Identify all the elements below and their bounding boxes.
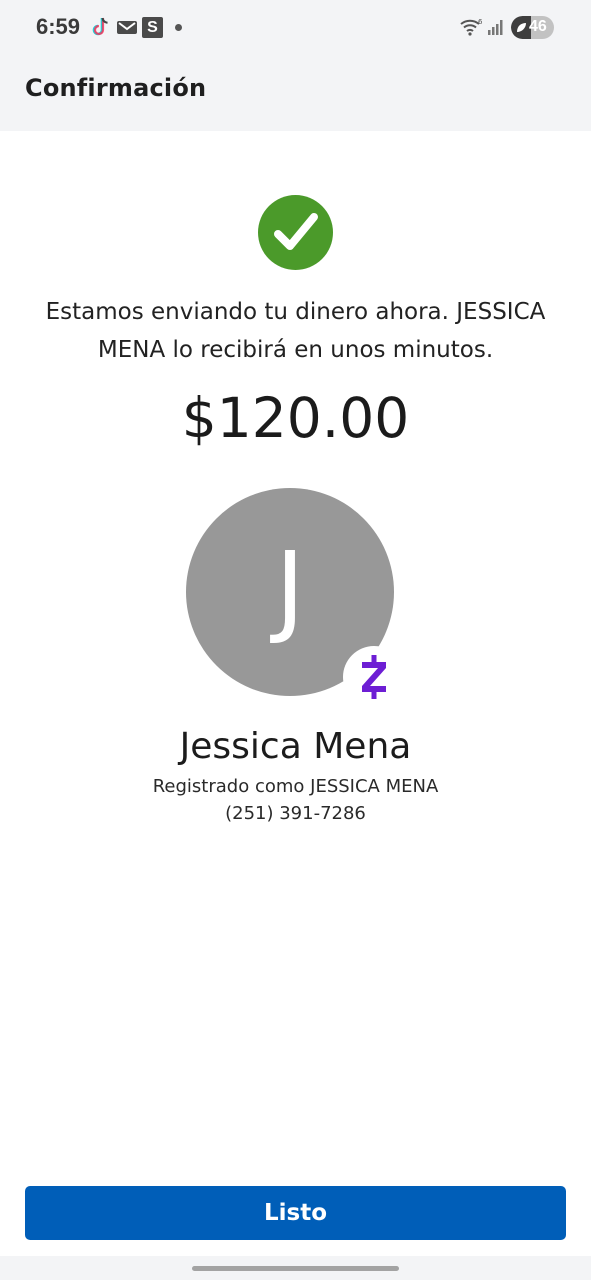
dot-icon <box>175 24 182 31</box>
wifi-badge: 6 <box>478 18 483 26</box>
page-title: Confirmación <box>25 74 207 102</box>
zelle-icon <box>362 655 386 699</box>
mail-icon <box>117 21 137 34</box>
wifi-icon: 6 <box>460 18 483 36</box>
status-bar: 6:59 S 6 46 <box>0 0 591 56</box>
recipient-phone: (251) 391-7286 <box>225 803 366 824</box>
confirmation-screen: 6:59 S 6 46 Confirmación Estamos enviand… <box>0 0 591 1280</box>
amount: $120.00 <box>181 386 410 450</box>
battery-icon: 46 <box>511 16 554 39</box>
s-app-letter: S <box>147 18 158 36</box>
check-circle-icon <box>258 195 333 270</box>
tiktok-icon <box>92 17 108 36</box>
avatar-initial: J <box>275 529 305 647</box>
battery-level: 46 <box>529 18 547 35</box>
confirmation-message: Estamos enviando tu dinero ahora. JESSIC… <box>45 299 546 363</box>
home-indicator[interactable] <box>192 1266 399 1271</box>
s-app-icon: S <box>142 17 163 38</box>
recipient-name: Jessica Mena <box>179 726 412 767</box>
registered-as: Registrado como JESSICA MENA <box>152 776 439 797</box>
zelle-badge <box>343 646 405 708</box>
done-button[interactable]: Listo <box>25 1186 566 1240</box>
signal-icon <box>488 20 503 35</box>
battery-leaf-icon <box>517 23 526 32</box>
status-time: 6:59 <box>36 14 81 39</box>
